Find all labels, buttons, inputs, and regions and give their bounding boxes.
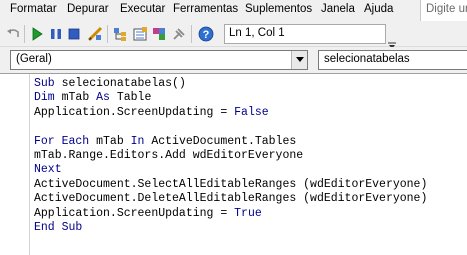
- procedure-combo[interactable]: selecionatabelas: [318, 50, 467, 70]
- cursor-position-indicator: Ln 1, Col 1: [224, 24, 386, 44]
- code-editor[interactable]: Sub selecionatabelas() Dim mTab As Table A…: [0, 73, 467, 255]
- toolbox-icon[interactable]: [171, 26, 187, 42]
- code-line[interactable]: Sub selecionatabelas(): [34, 77, 186, 91]
- toolbar-separator: [24, 25, 25, 43]
- code-text-fragment: mTab: [54, 91, 97, 105]
- toolbar-separator: [191, 25, 192, 43]
- menu-ajuda[interactable]: Ajuda: [364, 3, 393, 15]
- toolbar-overflow-icon[interactable]: [387, 39, 397, 49]
- project-explorer-icon[interactable]: [112, 26, 128, 42]
- code-text-fragment: Application.ScreenUpdating =: [34, 206, 235, 220]
- menu-depurar[interactable]: Depurar: [67, 3, 109, 15]
- menu-formatar[interactable]: Formatar: [10, 3, 57, 15]
- cursor-position-text: Ln 1, Col 1: [229, 27, 285, 39]
- code-window-header: (Geral) selecionatabelas: [0, 47, 467, 73]
- help-search-placeholder: Digite um: [426, 3, 467, 15]
- code-keyword: Dim: [34, 91, 55, 105]
- svg-text:?: ?: [203, 29, 210, 41]
- code-line[interactable]: End Sub: [34, 221, 82, 235]
- code-text-fragment: Table: [109, 91, 152, 105]
- menu-ferramentas[interactable]: Ferramentas: [173, 3, 238, 15]
- margin-indicator-bar[interactable]: [0, 74, 30, 255]
- reset-icon[interactable]: [66, 26, 82, 42]
- code-line[interactable]: ActiveDocument.DeleteAllEditableRanges (…: [34, 192, 427, 206]
- code-text-fragment: mTab.Range.Editors.Add wdEditorEveryone: [34, 149, 304, 162]
- code-line[interactable]: mTab.Range.Editors.Add wdEditorEveryone: [34, 149, 303, 163]
- code-text-fragment: ActiveDocument.DeleteAllEditableRanges (…: [34, 192, 428, 206]
- menu-bar: Formatar Depurar Executar Ferramentas Su…: [0, 0, 467, 21]
- code-keyword: False: [234, 105, 269, 119]
- code-keyword: For Each: [34, 134, 90, 148]
- menu-janela[interactable]: Janela: [321, 3, 355, 15]
- chevron-down-icon: [296, 57, 304, 62]
- procedure-combo-value: selecionatabelas: [324, 53, 410, 65]
- code-line[interactable]: Next: [34, 163, 62, 177]
- code-keyword: End Sub: [34, 221, 83, 234]
- break-icon[interactable]: [48, 26, 64, 42]
- code-keyword: In: [130, 134, 145, 148]
- object-combo-dropdown[interactable]: [291, 51, 307, 69]
- code-line[interactable]: Dim mTab As Table: [34, 91, 151, 105]
- code-line[interactable]: Application.ScreenUpdating = True: [34, 207, 262, 221]
- code-keyword: Sub: [34, 77, 55, 90]
- standard-toolbar: ? Ln 1, Col 1: [0, 21, 467, 49]
- toolbar-separator: [107, 25, 108, 43]
- undo-icon[interactable]: [5, 26, 21, 42]
- object-combo-value: (Geral): [16, 53, 52, 65]
- code-keyword: True: [234, 206, 262, 220]
- code-text-fragment: selecionatabelas(): [54, 77, 186, 90]
- code-text-fragment: ActiveDocument.Tables: [144, 134, 297, 148]
- code-text-fragment: ActiveDocument.SelectAllEditableRanges (…: [34, 177, 428, 191]
- code-line[interactable]: For Each mTab In ActiveDocument.Tables: [34, 135, 296, 149]
- menu-suplementos[interactable]: Suplementos: [245, 3, 312, 15]
- run-icon[interactable]: [29, 26, 45, 42]
- code-line[interactable]: Application.ScreenUpdating = False: [34, 106, 269, 120]
- code-line[interactable]: ActiveDocument.SelectAllEditableRanges (…: [34, 178, 427, 192]
- help-icon[interactable]: ?: [198, 26, 214, 42]
- code-text-fragment: Application.ScreenUpdating =: [34, 105, 235, 119]
- properties-icon[interactable]: [132, 26, 148, 42]
- object-combo[interactable]: (Geral): [10, 50, 308, 70]
- code-keyword: Next: [34, 163, 62, 177]
- object-browser-icon[interactable]: [151, 26, 167, 42]
- code-keyword: As: [96, 91, 110, 105]
- code-text-fragment: mTab: [89, 134, 131, 148]
- menu-executar[interactable]: Executar: [120, 3, 165, 15]
- help-search-box[interactable]: Digite um: [420, 0, 467, 21]
- design-mode-icon[interactable]: [87, 26, 103, 42]
